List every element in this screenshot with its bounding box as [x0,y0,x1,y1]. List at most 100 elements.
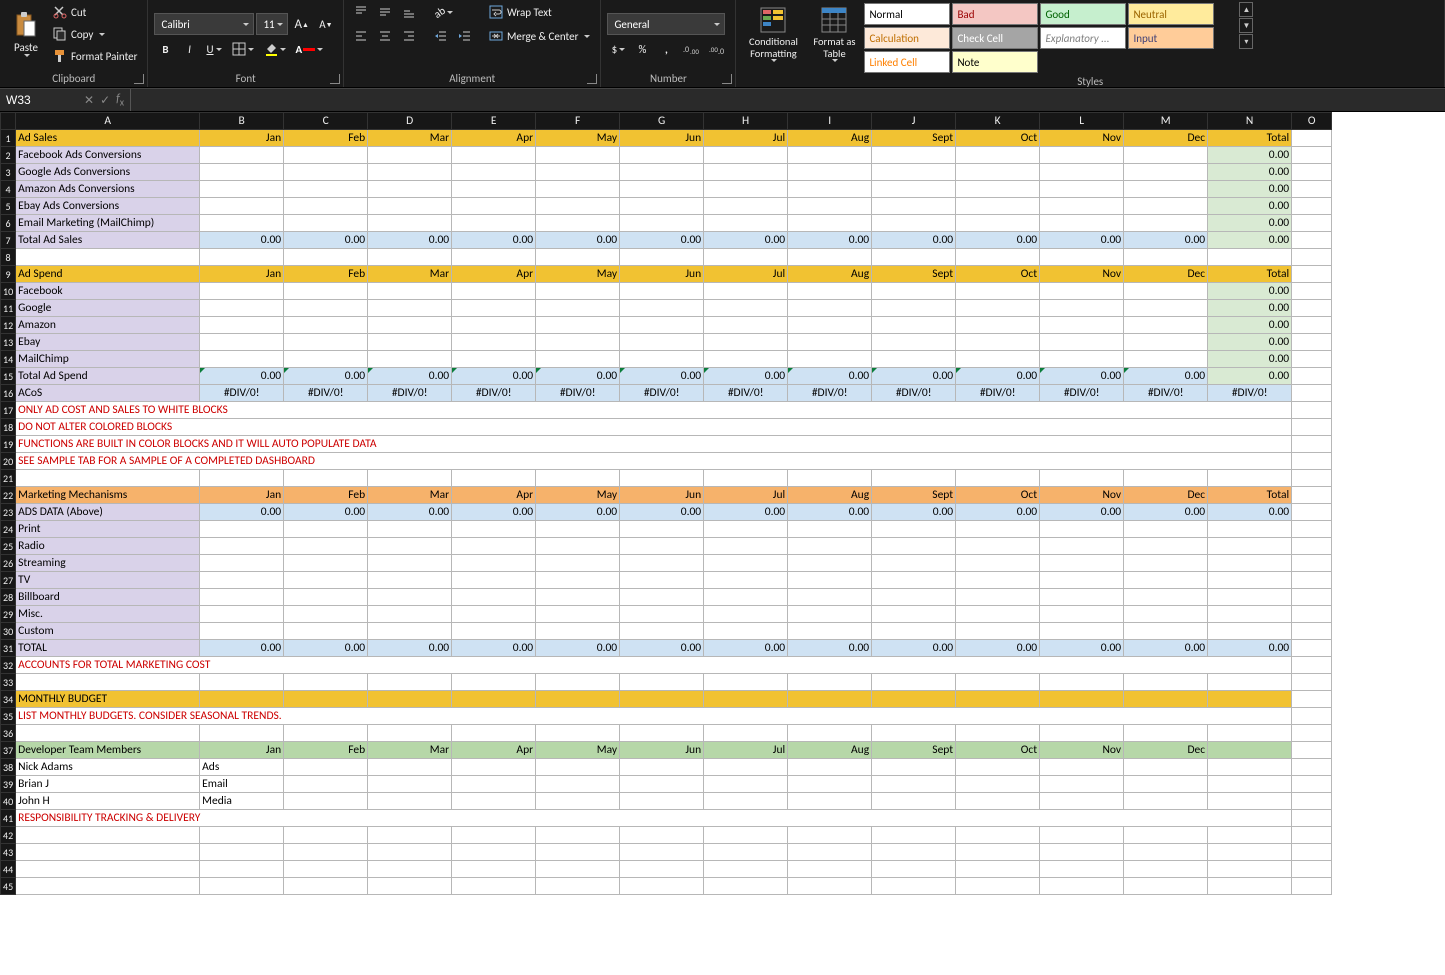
cell[interactable]: #DIV/0! [200,385,284,402]
cell[interactable] [1292,130,1332,147]
cell[interactable] [284,589,368,606]
underline-button[interactable]: U [202,39,225,59]
cell[interactable] [956,181,1040,198]
cell[interactable] [1040,691,1124,708]
cell[interactable] [536,589,620,606]
cell[interactable] [536,691,620,708]
cell[interactable] [704,878,788,895]
cell[interactable] [620,164,704,181]
cell[interactable]: #DIV/0! [1124,385,1208,402]
cell[interactable] [1040,198,1124,215]
cell[interactable]: 0.00 [1040,640,1124,657]
cell[interactable]: Print [16,521,200,538]
cell[interactable] [704,317,788,334]
cell[interactable]: ACCOUNTS FOR TOTAL MARKETING COST [16,657,1292,674]
cell[interactable]: 0.00 [872,232,956,249]
cell[interactable] [704,674,788,691]
cell[interactable] [704,776,788,793]
row-header[interactable]: 43 [1,844,16,861]
cell[interactable] [1292,232,1332,249]
cell[interactable] [1124,555,1208,572]
cell[interactable] [1124,470,1208,487]
cell[interactable] [788,300,872,317]
row-header[interactable]: 21 [1,470,16,487]
cell[interactable] [872,181,956,198]
cell[interactable]: 0.00 [1208,164,1292,181]
cell[interactable] [284,215,368,232]
cell[interactable]: Brian J [16,776,200,793]
cell[interactable]: Oct [956,266,1040,283]
column-header[interactable]: A [16,113,200,130]
cell[interactable] [452,793,536,810]
cell[interactable]: 0.00 [452,640,536,657]
cell[interactable] [1292,436,1332,453]
cell[interactable] [1040,878,1124,895]
cell[interactable] [956,589,1040,606]
cell[interactable]: 0.00 [1208,334,1292,351]
cell-style-chip[interactable]: Good [1040,3,1126,25]
cell[interactable] [200,572,284,589]
cell[interactable] [368,351,452,368]
cell[interactable]: Jun [620,266,704,283]
cell[interactable]: #DIV/0! [872,385,956,402]
cell[interactable]: Sept [872,742,956,759]
cell[interactable]: 0.00 [1208,283,1292,300]
cell-style-chip[interactable]: Note [952,51,1038,73]
cell[interactable]: Facebook [16,283,200,300]
cell[interactable] [872,572,956,589]
cell[interactable]: ADS DATA (Above) [16,504,200,521]
number-format-select[interactable]: General [607,13,725,35]
cell[interactable]: #DIV/0! [284,385,368,402]
cell[interactable] [1124,776,1208,793]
cell[interactable] [16,674,200,691]
cell[interactable] [620,283,704,300]
row-header[interactable]: 9 [1,266,16,283]
cell[interactable] [284,674,368,691]
cell[interactable] [200,300,284,317]
cell[interactable] [536,198,620,215]
cell[interactable]: Aug [788,742,872,759]
cell-style-chip[interactable]: Bad [952,3,1038,25]
cell[interactable]: Email [200,776,284,793]
cell[interactable] [872,555,956,572]
cell[interactable] [452,555,536,572]
cell[interactable]: 0.00 [1208,198,1292,215]
row-header[interactable]: 33 [1,674,16,691]
cell[interactable] [284,572,368,589]
cell-style-chip[interactable]: Linked Cell [864,51,950,73]
cell[interactable] [872,793,956,810]
cell[interactable] [620,572,704,589]
cell[interactable] [1208,521,1292,538]
cell[interactable] [620,249,704,266]
cell[interactable] [284,759,368,776]
enter-formula-button[interactable]: ✓ [100,93,110,108]
cell[interactable]: LIST MONTHLY BUDGETS. CONSIDER SEASONAL … [16,708,1292,725]
column-header[interactable]: N [1208,113,1292,130]
cell[interactable] [956,147,1040,164]
cell[interactable] [368,300,452,317]
row-header[interactable]: 31 [1,640,16,657]
cell[interactable] [536,759,620,776]
align-center-button[interactable] [374,26,396,46]
align-left-button[interactable] [350,26,372,46]
cell[interactable] [620,861,704,878]
cell[interactable] [1292,487,1332,504]
cell[interactable]: Oct [956,742,1040,759]
cell[interactable] [956,538,1040,555]
cell[interactable] [788,470,872,487]
cell[interactable] [284,691,368,708]
cell[interactable]: RESPONSIBILITY TRACKING & DELIVERY [16,810,1292,827]
cell[interactable] [1292,878,1332,895]
cell[interactable] [1040,164,1124,181]
cell[interactable] [1124,793,1208,810]
cell[interactable] [788,317,872,334]
cell[interactable] [536,181,620,198]
cell[interactable] [956,606,1040,623]
cell[interactable]: 0.00 [452,232,536,249]
row-header[interactable]: 22 [1,487,16,504]
cell[interactable]: Google Ads Conversions [16,164,200,181]
cell[interactable]: Ad Spend [16,266,200,283]
cell[interactable] [368,181,452,198]
cell[interactable] [704,283,788,300]
cell[interactable] [1040,470,1124,487]
